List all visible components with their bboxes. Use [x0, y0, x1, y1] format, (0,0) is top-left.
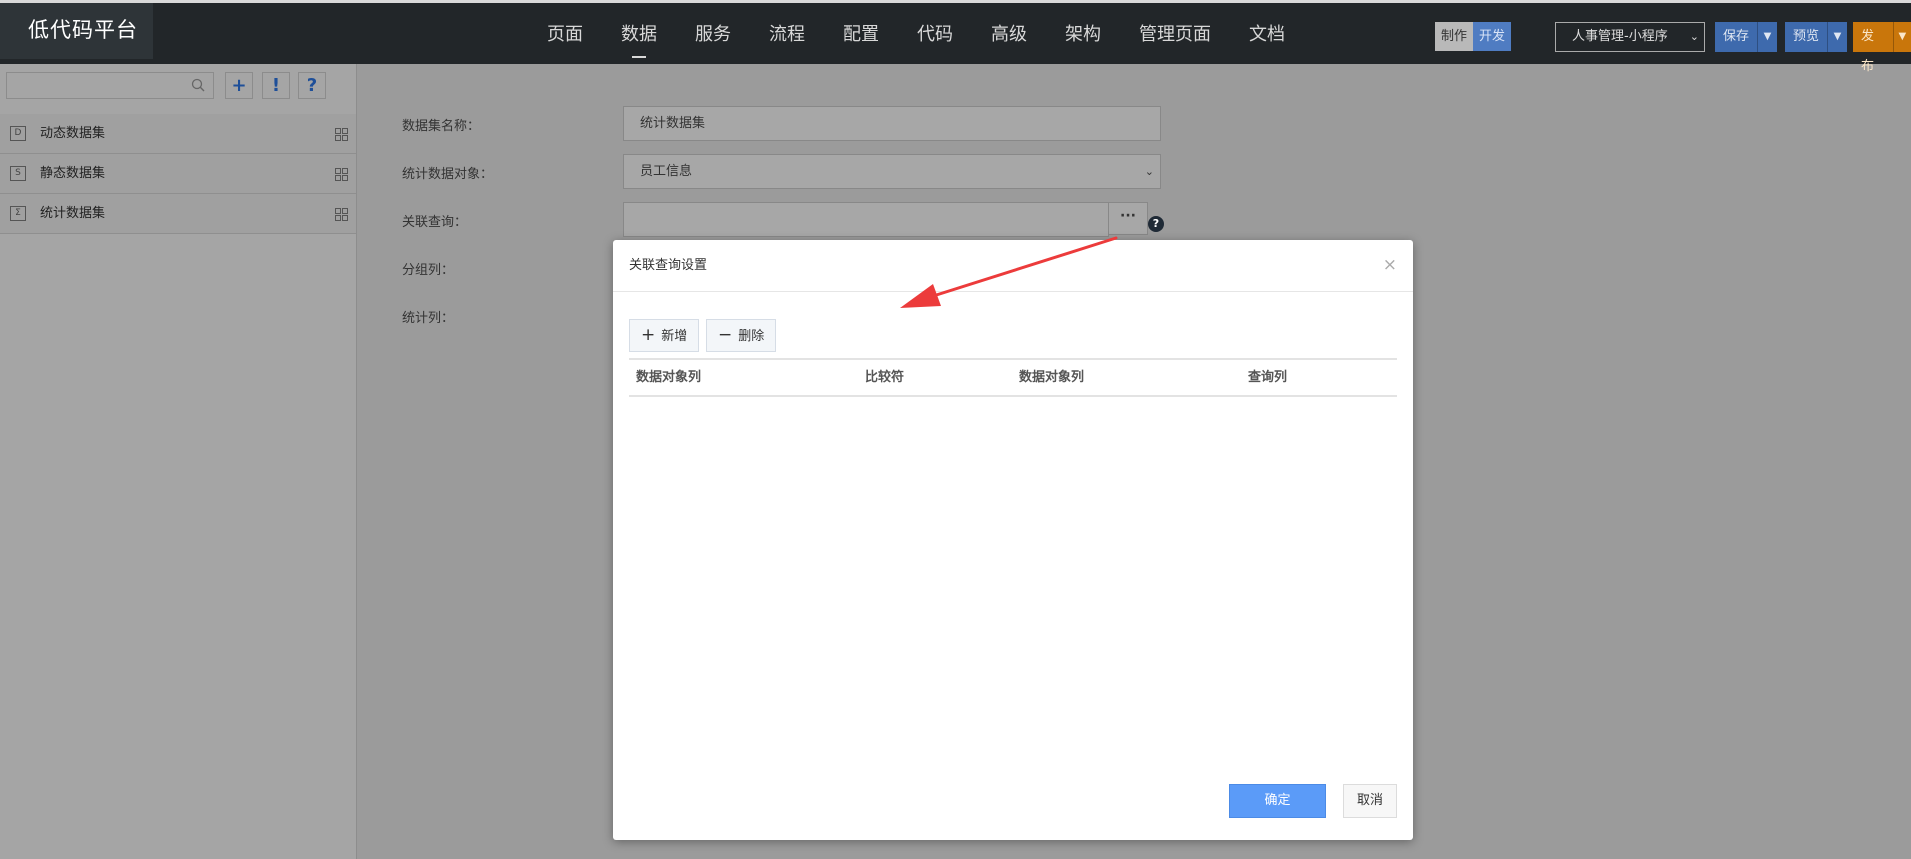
- add-row-label: 新增: [661, 329, 688, 344]
- add-dataset-button[interactable]: +: [225, 72, 253, 99]
- column-header-query-field[interactable]: 查询列: [1248, 360, 1287, 396]
- grid-icon[interactable]: [335, 128, 348, 141]
- column-header-source-field[interactable]: 数据对象列: [636, 360, 701, 396]
- sidebar-item-label: 静态数据集: [40, 166, 106, 181]
- nav-item-config[interactable]: 配置: [824, 3, 898, 67]
- mode-make-button[interactable]: 制作: [1435, 22, 1474, 51]
- preview-split-button: 预览 ▼: [1785, 22, 1848, 52]
- app-logo: 低代码平台: [0, 3, 153, 59]
- nav-item-flow[interactable]: 流程: [750, 3, 824, 67]
- app-select-value: 人事管理-小程序: [1572, 29, 1668, 44]
- nav-item-data[interactable]: 数据: [602, 3, 676, 67]
- object-select[interactable]: 员工信息 ⌄: [623, 154, 1161, 189]
- stat-label: 统计列：: [402, 311, 455, 326]
- publish-split-button: 发布 ▼: [1853, 22, 1911, 74]
- sidebar-item-stat-dataset[interactable]: Σ 统计数据集: [0, 194, 356, 234]
- help-button[interactable]: ?: [298, 72, 326, 99]
- sidebar-search: [6, 72, 214, 99]
- add-row-button[interactable]: + 新增: [629, 319, 700, 352]
- save-dropdown-caret-icon[interactable]: ▼: [1757, 22, 1777, 52]
- name-field[interactable]: 统计数据集: [623, 106, 1161, 141]
- search-icon[interactable]: [191, 78, 205, 92]
- nav-item-advanced[interactable]: 高级: [972, 3, 1046, 67]
- sidebar-item-label: 动态数据集: [40, 126, 106, 141]
- save-split-button: 保存 ▼: [1715, 22, 1778, 52]
- object-label: 统计数据对象：: [402, 167, 494, 182]
- column-header-target-field[interactable]: 数据对象列: [1019, 360, 1084, 396]
- grid-icon[interactable]: [335, 208, 348, 221]
- sidebar-item-dynamic-dataset[interactable]: D 动态数据集: [0, 114, 356, 154]
- search-input[interactable]: [7, 73, 187, 98]
- sidebar: + ! ? D 动态数据集 S 静态数据集 Σ 统计数据集: [0, 64, 357, 859]
- help-icon[interactable]: ?: [1148, 216, 1164, 232]
- relation-field[interactable]: [623, 202, 1109, 237]
- mode-toggle: 制作 开发: [1435, 22, 1512, 51]
- publish-dropdown-caret-icon[interactable]: ▼: [1892, 22, 1911, 52]
- delete-row-button[interactable]: − 删除: [706, 319, 777, 352]
- nav-item-page[interactable]: 页面: [528, 3, 602, 67]
- preview-button[interactable]: 预览: [1785, 22, 1827, 52]
- relation-query-dialog: 关联查询设置 × + 新增 − 删除 数据对象列 比较符 数据对象列 查询列 确定 …: [613, 240, 1413, 840]
- dataset-icon: Σ: [10, 206, 26, 221]
- nav-item-admin-page[interactable]: 管理页面: [1120, 3, 1230, 67]
- grid-icon[interactable]: [335, 168, 348, 181]
- alert-button[interactable]: !: [262, 72, 290, 99]
- nav-item-architecture[interactable]: 架构: [1046, 3, 1120, 67]
- top-bar: 低代码平台 页面 数据 服务 流程 配置 代码 高级 架构 管理页面 文档 制作…: [0, 0, 1911, 74]
- preview-dropdown-caret-icon[interactable]: ▼: [1827, 22, 1847, 52]
- relation-label: 关联查询：: [402, 215, 468, 230]
- nav-item-service[interactable]: 服务: [676, 3, 750, 67]
- publish-button[interactable]: 发布: [1853, 22, 1893, 74]
- name-label: 数据集名称：: [402, 119, 481, 134]
- delete-row-label: 删除: [738, 329, 765, 344]
- nav-item-docs[interactable]: 文档: [1230, 3, 1304, 67]
- group-label: 分组列：: [402, 263, 455, 278]
- mode-dev-button[interactable]: 开发: [1473, 22, 1512, 51]
- nav-item-code[interactable]: 代码: [898, 3, 972, 67]
- chevron-down-icon: ⌄: [1689, 30, 1699, 43]
- dialog-header: 关联查询设置 ×: [613, 240, 1413, 292]
- relation-picker-button[interactable]: ···: [1108, 202, 1148, 235]
- minus-icon: −: [718, 325, 733, 345]
- main-nav: 页面 数据 服务 流程 配置 代码 高级 架构 管理页面 文档: [528, 3, 1304, 67]
- confirm-button[interactable]: 确定: [1229, 784, 1326, 818]
- app-select[interactable]: 人事管理-小程序 ⌄: [1555, 22, 1705, 52]
- sidebar-item-static-dataset[interactable]: S 静态数据集: [0, 154, 356, 194]
- dialog-title: 关联查询设置: [629, 258, 708, 273]
- relation-grid-header: 数据对象列 比较符 数据对象列 查询列: [629, 358, 1397, 397]
- cancel-button[interactable]: 取消: [1343, 784, 1397, 818]
- plus-icon: +: [641, 325, 656, 345]
- sidebar-item-label: 统计数据集: [40, 206, 106, 221]
- close-icon[interactable]: ×: [1383, 256, 1397, 274]
- object-select-value: 员工信息: [640, 164, 693, 179]
- dataset-icon: S: [10, 166, 26, 181]
- column-header-operator[interactable]: 比较符: [865, 360, 904, 396]
- dataset-icon: D: [10, 126, 26, 141]
- dataset-tree: D 动态数据集 S 静态数据集 Σ 统计数据集: [0, 114, 356, 234]
- save-button[interactable]: 保存: [1715, 22, 1757, 52]
- chevron-down-icon: ⌄: [1144, 165, 1154, 178]
